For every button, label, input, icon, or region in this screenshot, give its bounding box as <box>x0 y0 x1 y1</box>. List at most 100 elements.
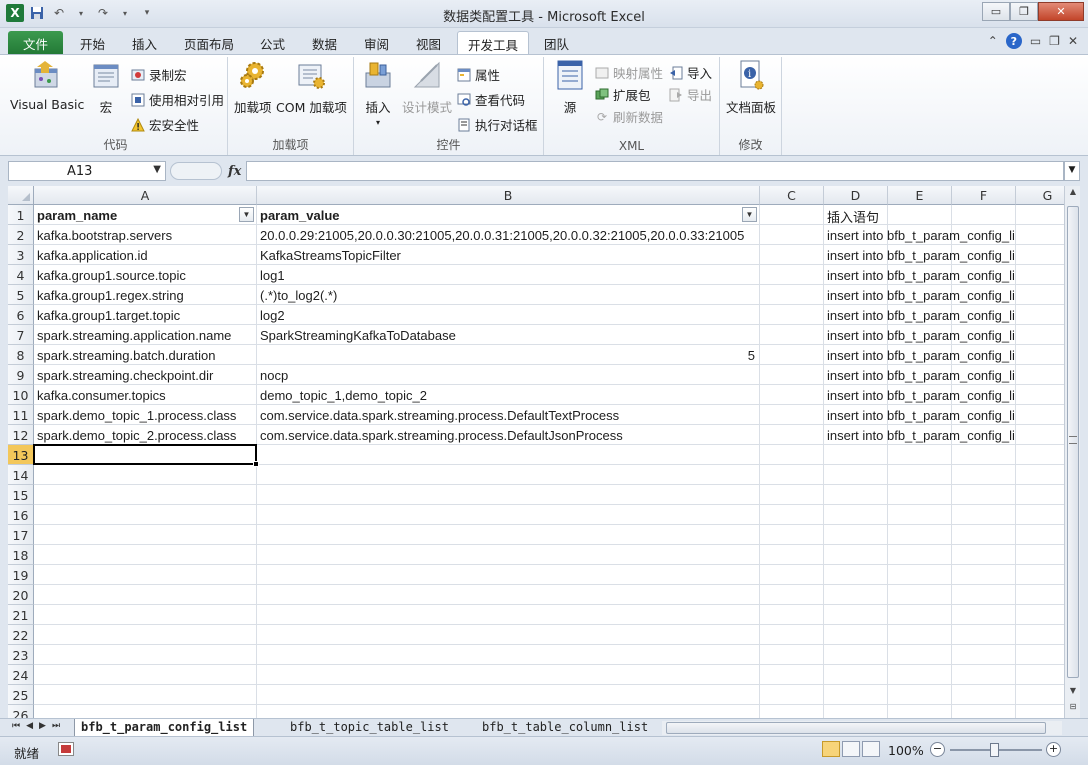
addins-button[interactable]: 加载项 <box>234 59 272 116</box>
empty-cell[interactable] <box>824 565 888 585</box>
empty-cell[interactable] <box>34 685 257 705</box>
param-name-cell[interactable]: kafka.group1.regex.string <box>34 285 257 305</box>
empty-cell[interactable] <box>952 625 1016 645</box>
first-sheet-icon[interactable]: ⏮ <box>12 721 20 731</box>
param-name-cell[interactable]: spark.demo_topic_2.process.class <box>34 425 257 445</box>
tab-file[interactable]: 文件 <box>8 31 63 54</box>
empty-cell[interactable] <box>760 305 824 325</box>
empty-cell[interactable] <box>824 625 888 645</box>
column-header-f[interactable]: F <box>952 186 1016 205</box>
empty-cell[interactable] <box>824 525 888 545</box>
empty-cell[interactable] <box>257 625 760 645</box>
tab-home[interactable]: 开始 <box>70 31 115 54</box>
row-header-20[interactable]: 20 <box>8 585 34 605</box>
sheet-tab-topic-table[interactable]: bfb_t_topic_table_list <box>284 719 455 737</box>
empty-cell[interactable] <box>257 645 760 665</box>
empty-cell[interactable] <box>34 625 257 645</box>
empty-cell[interactable] <box>1016 365 1064 385</box>
empty-cell[interactable] <box>1016 605 1064 625</box>
empty-cell[interactable] <box>257 545 760 565</box>
name-box-dropdown-icon[interactable]: ▼ <box>153 164 161 175</box>
insert-statement-cell[interactable]: insert into bfb_t_param_config_list val <box>824 285 1016 305</box>
insert-statement-cell[interactable]: insert into bfb_t_param_config_list val <box>824 385 1016 405</box>
empty-cell[interactable] <box>1016 485 1064 505</box>
empty-cell[interactable] <box>760 445 824 465</box>
row-header-16[interactable]: 16 <box>8 505 34 525</box>
empty-cell[interactable] <box>952 705 1016 718</box>
param-value-cell[interactable]: com.service.data.spark.streaming.process… <box>257 425 760 445</box>
empty-cell[interactable] <box>760 505 824 525</box>
com-addins-button[interactable]: COM 加载项 <box>276 59 347 116</box>
tab-insert[interactable]: 插入 <box>122 31 167 54</box>
empty-cell[interactable] <box>34 465 257 485</box>
insert-statement-cell[interactable]: insert into bfb_t_param_config_list val <box>824 305 1016 325</box>
insert-statement-cell[interactable]: insert into bfb_t_param_config_list val <box>824 325 1016 345</box>
empty-cell[interactable] <box>34 545 257 565</box>
empty-cell[interactable] <box>1016 445 1064 465</box>
empty-cell[interactable] <box>1016 425 1064 445</box>
empty-cell[interactable] <box>824 685 888 705</box>
header-cell-param-name[interactable]: param_name ▼ <box>34 205 257 225</box>
empty-cell[interactable] <box>824 445 888 465</box>
column-header-e[interactable]: E <box>888 186 952 205</box>
expand-formula-bar-icon[interactable]: ▼ <box>1064 161 1080 181</box>
row-header-12[interactable]: 12 <box>8 425 34 445</box>
empty-cell[interactable] <box>257 605 760 625</box>
vertical-scrollbar[interactable]: ▲ ▼ ⊟ <box>1064 186 1080 718</box>
insert-statement-cell[interactable]: insert into bfb_t_param_config_list val <box>824 245 1016 265</box>
column-header-b[interactable]: B <box>257 186 760 205</box>
tab-team[interactable]: 团队 <box>534 31 579 54</box>
empty-cell[interactable] <box>34 485 257 505</box>
empty-cell[interactable] <box>952 525 1016 545</box>
empty-cell[interactable] <box>257 685 760 705</box>
param-name-cell[interactable]: kafka.bootstrap.servers <box>34 225 257 245</box>
empty-cell[interactable] <box>257 525 760 545</box>
empty-cell[interactable] <box>34 705 257 718</box>
empty-cell[interactable] <box>760 345 824 365</box>
column-header-g[interactable]: G <box>1016 186 1064 205</box>
empty-cell[interactable] <box>888 465 952 485</box>
empty-cell[interactable] <box>34 605 257 625</box>
empty-cell[interactable] <box>1016 465 1064 485</box>
tab-view[interactable]: 视图 <box>406 31 451 54</box>
row-header-5[interactable]: 5 <box>8 285 34 305</box>
row-header-8[interactable]: 8 <box>8 345 34 365</box>
row-header-4[interactable]: 4 <box>8 265 34 285</box>
empty-cell[interactable] <box>1016 205 1064 225</box>
restore-button[interactable]: ❐ <box>1010 2 1038 21</box>
empty-cell[interactable] <box>760 365 824 385</box>
formula-splitter[interactable] <box>170 162 222 180</box>
zoom-level[interactable]: 100% <box>888 743 924 758</box>
last-sheet-icon[interactable]: ⏭ <box>52 721 60 731</box>
sheet-tab-param-config[interactable]: bfb_t_param_config_list <box>74 719 255 737</box>
insert-statement-cell[interactable]: insert into bfb_t_param_config_list val <box>824 405 1016 425</box>
column-header-d[interactable]: D <box>824 186 888 205</box>
empty-cell[interactable] <box>824 605 888 625</box>
empty-cell[interactable] <box>888 625 952 645</box>
empty-cell[interactable] <box>257 585 760 605</box>
empty-cell[interactable] <box>824 705 888 718</box>
row-header-7[interactable]: 7 <box>8 325 34 345</box>
param-name-cell[interactable]: spark.streaming.application.name <box>34 325 257 345</box>
run-dialog-button[interactable]: 执行对话框 <box>456 115 538 134</box>
source-button[interactable]: 源 <box>554 59 586 116</box>
empty-cell[interactable] <box>888 605 952 625</box>
empty-cell[interactable] <box>824 465 888 485</box>
empty-cell[interactable] <box>257 465 760 485</box>
empty-cell[interactable] <box>1016 385 1064 405</box>
row-header-1[interactable]: 1 <box>8 205 34 225</box>
row-header-19[interactable]: 19 <box>8 565 34 585</box>
insert-statement-cell[interactable]: insert into bfb_t_param_config_list val <box>824 365 1016 385</box>
empty-cell[interactable] <box>760 685 824 705</box>
empty-cell[interactable] <box>34 565 257 585</box>
header-cell-param-value[interactable]: param_value ▼ <box>257 205 760 225</box>
workbook-close-icon[interactable]: ✕ <box>1068 34 1078 48</box>
param-name-cell[interactable]: kafka.application.id <box>34 245 257 265</box>
insert-statement-cell[interactable]: insert into bfb_t_param_config_list val <box>824 265 1016 285</box>
empty-cell[interactable] <box>1016 345 1064 365</box>
map-properties-button[interactable]: 映射属性 <box>594 63 663 82</box>
empty-cell[interactable] <box>760 465 824 485</box>
empty-cell[interactable] <box>1016 565 1064 585</box>
empty-cell[interactable] <box>888 585 952 605</box>
empty-cell[interactable] <box>888 685 952 705</box>
